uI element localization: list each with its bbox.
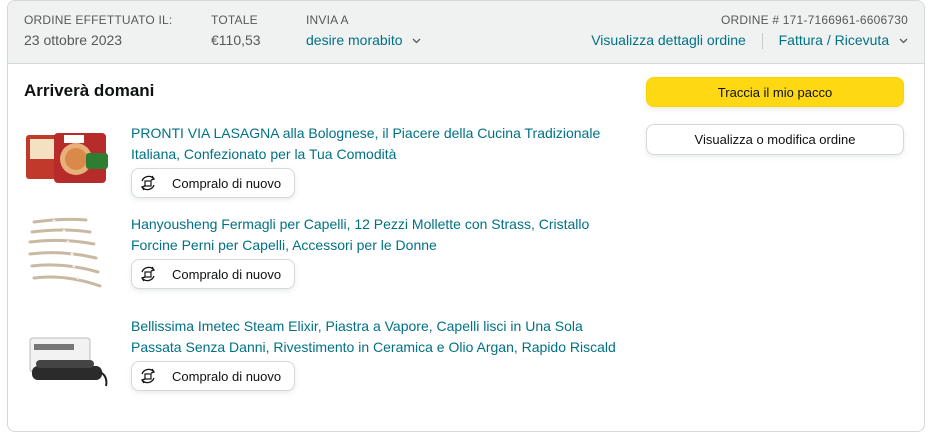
order-item: PRONTI VIA LASAGNA alla Bolognese, il Pi…	[24, 123, 624, 213]
item-title[interactable]: PRONTI VIA LASAGNA alla Bolognese, il Pi…	[131, 123, 621, 165]
buy-again-button[interactable]: Compralo di nuovo	[131, 361, 295, 391]
buy-again-icon	[140, 266, 156, 282]
order-links-row: Visualizza dettagli ordine Fattura / Ric…	[591, 31, 908, 50]
buy-again-button[interactable]: Compralo di nuovo	[131, 168, 295, 198]
view-modify-order-button[interactable]: Visualizza o modifica ordine	[646, 124, 904, 155]
ship-to-label: INVIA A	[306, 13, 349, 27]
order-date-label: ORDINE EFFETTUATO IL:	[24, 13, 173, 27]
ship-to-column: INVIA A desire morabito	[306, 13, 421, 49]
item-title[interactable]: Bellissima Imetec Steam Elixir, Piastra …	[131, 316, 621, 358]
order-number: ORDINE # 171-7166961-6606730	[720, 13, 908, 27]
order-total-column: TOTALE €110,53	[211, 13, 261, 49]
hair-straightener-product-image[interactable]	[24, 316, 114, 396]
order-links: ORDINE # 171-7166961-6606730 Visualizza …	[591, 13, 908, 50]
order-date-column: ORDINE EFFETTUATO IL: 23 ottobre 2023	[24, 13, 172, 49]
buy-again-label: Compralo di nuovo	[172, 368, 282, 384]
order-details-link[interactable]: Visualizza dettagli ordine	[591, 32, 746, 48]
chevron-down-icon[interactable]	[899, 38, 908, 44]
ship-to-name[interactable]: desire morabito	[306, 32, 403, 48]
buy-again-icon	[140, 368, 156, 384]
invoice-link[interactable]: Fattura / Ricevuta	[779, 32, 890, 48]
order-date-value: 23 ottobre 2023	[24, 32, 123, 48]
buy-again-button[interactable]: Compralo di nuovo	[131, 259, 295, 289]
delivery-status-title: Arriverà domani	[24, 81, 155, 100]
hair-clips-product-image[interactable]	[24, 214, 114, 294]
lasagna-product-image[interactable]	[24, 123, 114, 203]
order-item: Hanyousheng Fermagli per Capelli, 12 Pez…	[24, 214, 624, 304]
order-card: ORDINE EFFETTUATO IL: 23 ottobre 2023 TO…	[7, 0, 925, 432]
buy-again-icon	[140, 175, 156, 191]
buy-again-label: Compralo di nuovo	[172, 175, 282, 191]
item-title[interactable]: Hanyousheng Fermagli per Capelli, 12 Pez…	[131, 214, 621, 256]
link-divider	[761, 33, 763, 50]
order-item: Bellissima Imetec Steam Elixir, Piastra …	[24, 316, 624, 406]
order-header: ORDINE EFFETTUATO IL: 23 ottobre 2023 TO…	[8, 1, 924, 64]
order-total-label: TOTALE	[211, 13, 258, 27]
buy-again-label: Compralo di nuovo	[172, 266, 282, 282]
chevron-down-icon	[412, 38, 421, 44]
ship-to-dropdown[interactable]: desire morabito	[306, 31, 421, 49]
track-package-button[interactable]: Traccia il mio pacco	[646, 77, 904, 107]
order-total-value: €110,53	[211, 32, 261, 48]
